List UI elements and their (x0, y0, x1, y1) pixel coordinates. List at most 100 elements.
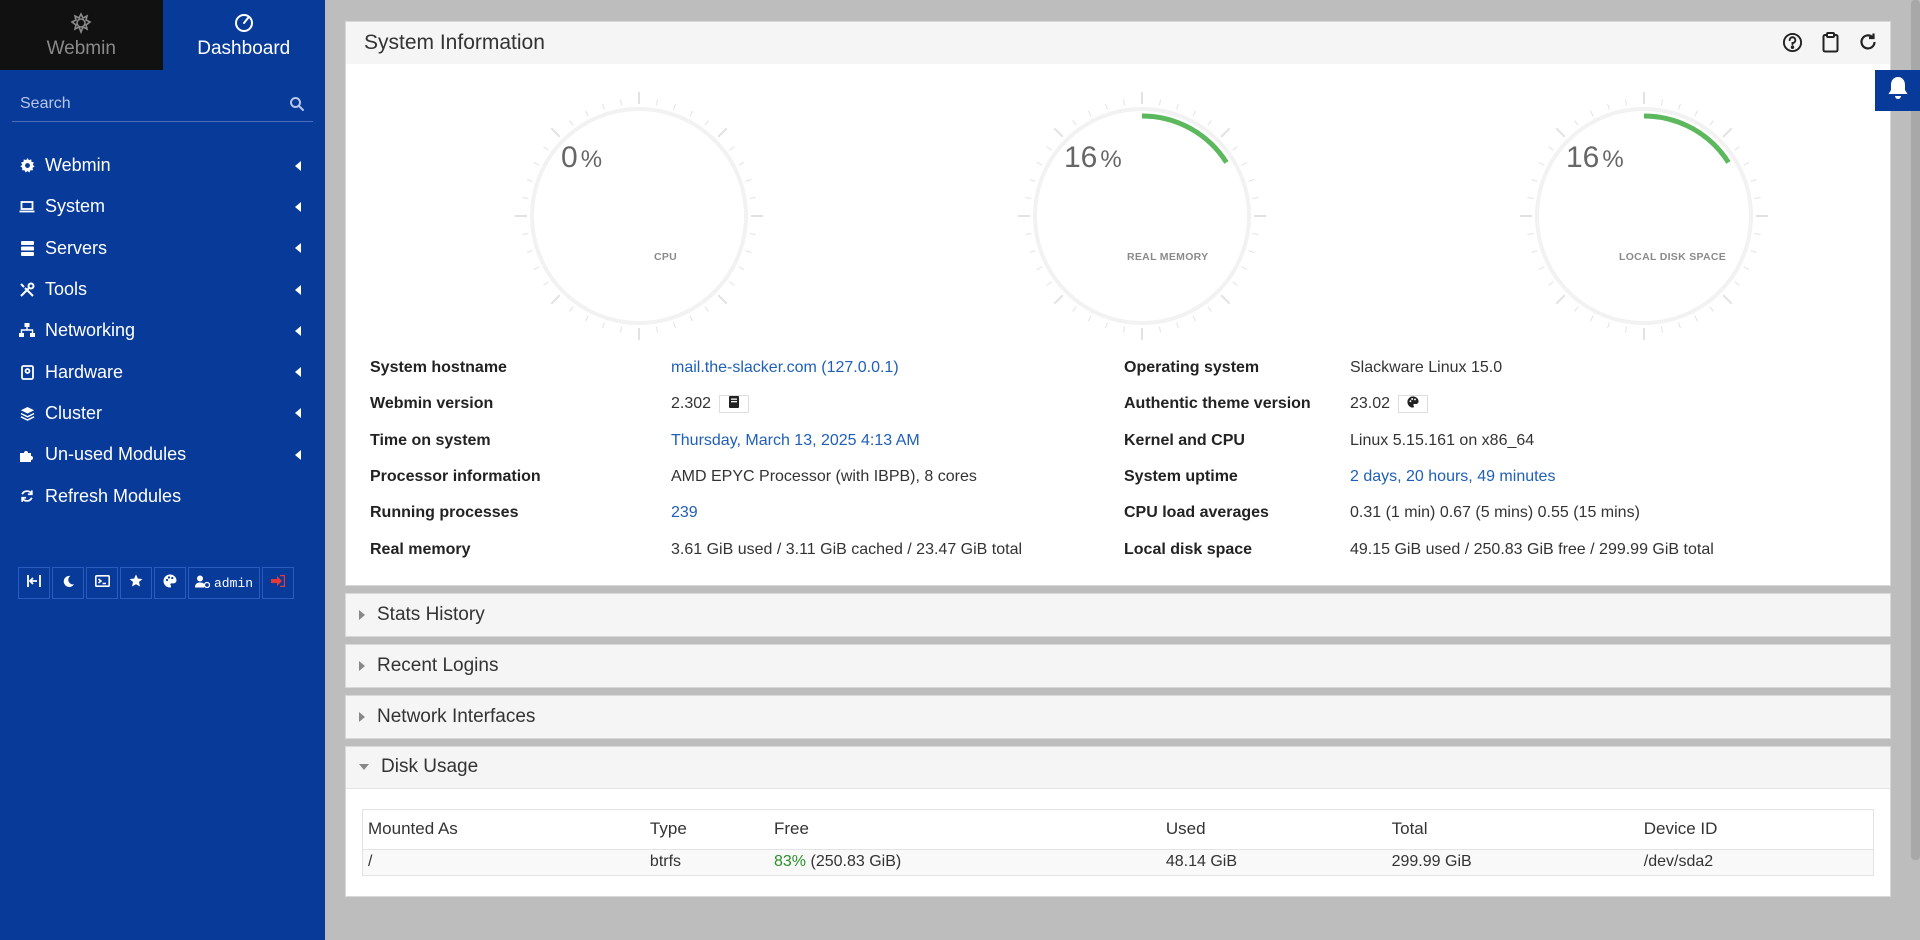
sidebar-item-webmin[interactable]: Webmin (0, 145, 325, 186)
user-name: admin (214, 575, 254, 591)
gauge-tick (1025, 197, 1032, 199)
night-mode-button[interactable] (52, 567, 84, 599)
gauge-tick (1232, 281, 1238, 286)
sidebar-item-tools[interactable]: Tools (0, 269, 325, 310)
hostname-link[interactable]: mail.the-slacker.com (127.0.0.1) (671, 359, 899, 377)
network-interfaces-panel[interactable]: Network Interfaces (345, 694, 1891, 739)
terminal-button[interactable] (86, 567, 118, 599)
palette-icon (1407, 395, 1419, 413)
changelog-button[interactable] (719, 395, 750, 414)
caret-right-icon (359, 660, 365, 671)
gauge-tick (1709, 120, 1714, 126)
gauge-tick (1029, 179, 1036, 182)
star-icon (129, 574, 143, 592)
gauge-tick (522, 233, 529, 235)
mount-cell: / (362, 849, 645, 876)
info-label: Local disk space (1124, 540, 1253, 558)
gauge-tick (1053, 127, 1064, 138)
gauge-tick (543, 281, 549, 286)
caret-left-icon (295, 284, 301, 295)
system-information-panel: System Information 0% CPU 16 % REAL MEMO… (345, 21, 1891, 586)
tab-dashboard[interactable]: Dashboard (162, 0, 325, 70)
gauge-tick (1574, 120, 1579, 126)
info-label: Webmin version (370, 395, 494, 413)
layers-icon (19, 405, 35, 421)
caret-down-icon (359, 764, 369, 771)
gauge-tick (1548, 146, 1554, 151)
gauge-tick (1722, 127, 1733, 138)
gauge-tick (1159, 326, 1161, 333)
logout-button[interactable] (262, 567, 295, 599)
system-time-link[interactable]: Thursday, March 13, 2025 4:13 AM (671, 432, 920, 450)
gauge-tick (1754, 233, 1761, 235)
uptime-link[interactable]: 2 days, 20 hours, 49 minutes (1350, 468, 1555, 486)
column-header: Used (1160, 809, 1387, 850)
info-value: 0.31 (1 min) 0.67 (5 mins) 0.55 (15 mins… (1350, 504, 1640, 522)
sidebar-item-servers[interactable]: Servers (0, 228, 325, 269)
sidebar-item-system[interactable]: System (0, 186, 325, 227)
favorites-button[interactable] (120, 567, 152, 599)
gauge-tick (1734, 146, 1740, 151)
gauge-tick (584, 110, 589, 117)
gauge-tick (1072, 120, 1077, 126)
gauge-tick (569, 120, 574, 126)
gauge-tick (1252, 197, 1259, 199)
search-icon[interactable] (289, 96, 305, 112)
clipboard-icon[interactable] (1818, 30, 1842, 54)
gauge-tick (1220, 294, 1231, 305)
sidebar-bottom-toolbar: admin (18, 567, 295, 599)
gauge-tick (1743, 161, 1750, 166)
column-header: Mounted As (362, 809, 645, 850)
sidebar-item-unused-modules[interactable]: Un-used Modules (0, 434, 325, 475)
gauge-tick (1241, 266, 1248, 271)
theme-settings-button[interactable] (154, 567, 186, 599)
memory-gauge-label: REAL MEMORY (1127, 251, 1209, 263)
sidebar-item-label: Networking (45, 320, 136, 341)
column-header: Type (644, 809, 769, 850)
gauge-tick (550, 294, 561, 305)
system-info-grid: System hostname mail.the-slacker.com (12… (346, 350, 1890, 568)
sidebar-item-cluster[interactable]: Cluster (0, 393, 325, 434)
refresh-icon[interactable] (1856, 30, 1880, 54)
disk-usage-header[interactable]: Disk Usage (346, 746, 1890, 789)
stats-history-panel[interactable]: Stats History (345, 592, 1891, 637)
sidebar-item-hardware[interactable]: Hardware (0, 351, 325, 392)
notifications-button[interactable] (1875, 70, 1920, 111)
palette-icon (163, 574, 177, 592)
gauge-tick (533, 266, 540, 271)
gauge-tick (1555, 294, 1566, 305)
theme-changelog-button[interactable] (1398, 395, 1429, 414)
gauge-tick (1046, 281, 1052, 286)
gauge-tick (1159, 99, 1161, 106)
sidebar-item-networking[interactable]: Networking (0, 310, 325, 351)
search-input[interactable] (12, 88, 313, 120)
gauge-tick (1207, 120, 1212, 126)
info-value: Slackware Linux 15.0 (1350, 359, 1503, 377)
gauge-tick (1661, 99, 1663, 106)
gauge-tick (1548, 281, 1554, 286)
gauge-tick (1625, 326, 1627, 333)
book-icon (729, 395, 740, 413)
tab-dashboard-label: Dashboard (197, 38, 291, 59)
gauge-tick (1248, 179, 1255, 182)
gauge-tick (1754, 197, 1761, 199)
gauge-tick (1750, 179, 1757, 182)
stats-history-title: Stats History (377, 603, 485, 625)
page-scrollbar[interactable] (1911, 0, 1920, 860)
sidebar-item-label: System (45, 196, 106, 217)
help-icon[interactable] (1780, 30, 1804, 54)
recent-logins-title: Recent Logins (377, 654, 499, 676)
caret-left-icon (295, 449, 301, 460)
tab-webmin-label: Webmin (46, 38, 116, 59)
device-cell: /dev/sda2 (1638, 849, 1874, 876)
user-account-button[interactable]: admin (188, 567, 261, 599)
gauge-tick (543, 146, 549, 151)
gauge-tick (1743, 266, 1750, 271)
running-processes-link[interactable]: 239 (671, 504, 698, 522)
sidebar-item-refresh-modules[interactable]: Refresh Modules (0, 475, 325, 516)
gauge-tick (1531, 179, 1538, 182)
collapse-sidebar-button[interactable] (18, 567, 50, 599)
recent-logins-panel[interactable]: Recent Logins (345, 643, 1891, 688)
tab-webmin[interactable]: Webmin (0, 0, 163, 70)
gauges-row: 0% CPU 16% REAL MEMORY 16% LOCAL DISK SP… (346, 64, 1890, 350)
